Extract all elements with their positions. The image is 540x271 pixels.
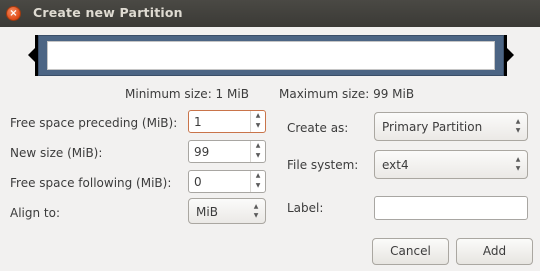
arrow-down-icon: ▼ [515, 165, 521, 172]
free-space-following-label: Free space following (MiB): [10, 176, 172, 190]
create-as-select[interactable]: Primary Partition ▲ ▼ [374, 112, 528, 141]
free-space-preceding-spinner[interactable]: 1 ▲ ▼ [188, 110, 266, 133]
new-size-spinner[interactable]: 99 ▲ ▼ [188, 140, 266, 163]
partition-used-area [47, 41, 495, 70]
file-system-select[interactable]: ext4 ▲ ▼ [374, 150, 528, 179]
select-arrows: ▲ ▼ [513, 117, 523, 135]
cancel-button[interactable]: Cancel [372, 238, 449, 265]
free-space-following-spinner[interactable]: 0 ▲ ▼ [188, 170, 266, 193]
new-size-label: New size (MiB): [10, 146, 103, 160]
arrow-down-icon[interactable]: ▼ [251, 151, 265, 161]
title-bar: × Create new Partition [0, 0, 540, 27]
new-size-value: 99 [194, 145, 210, 159]
arrow-down-icon[interactable]: ▼ [251, 181, 265, 191]
align-to-label: Align to: [10, 206, 61, 220]
align-to-value: MiB [196, 205, 218, 219]
select-arrows: ▲ ▼ [251, 202, 261, 220]
arrow-down-icon[interactable]: ▼ [251, 121, 265, 131]
spinner-arrows[interactable]: ▲ ▼ [250, 111, 265, 132]
create-as-label: Create as: [287, 121, 349, 135]
free-space-following-value: 0 [194, 175, 202, 189]
partition-bar[interactable] [38, 35, 504, 76]
spinner-arrows[interactable]: ▲ ▼ [250, 171, 265, 192]
select-arrows: ▲ ▼ [513, 155, 523, 173]
resize-handle-left[interactable] [28, 35, 38, 76]
handle-bar-left [35, 35, 38, 76]
right-arrow-icon [507, 48, 514, 62]
partition-label-label: Label: [287, 201, 324, 215]
arrow-down-icon: ▼ [253, 212, 259, 219]
close-icon[interactable]: × [6, 6, 21, 21]
minimum-size-label: Minimum size: 1 MiB [125, 87, 249, 101]
file-system-label: File system: [287, 158, 359, 172]
add-button[interactable]: Add [456, 238, 533, 265]
arrow-up-icon[interactable]: ▲ [251, 111, 265, 121]
align-to-select[interactable]: MiB ▲ ▼ [188, 198, 266, 224]
maximum-size-label: Maximum size: 99 MiB [279, 87, 415, 101]
create-as-value: Primary Partition [382, 120, 483, 134]
arrow-up-icon: ▲ [515, 156, 521, 163]
spinner-arrows[interactable]: ▲ ▼ [250, 141, 265, 162]
window-title: Create new Partition [33, 5, 183, 20]
arrow-down-icon: ▼ [515, 127, 521, 134]
partition-label-input[interactable] [374, 196, 528, 220]
arrow-up-icon[interactable]: ▲ [251, 171, 265, 181]
free-space-preceding-value: 1 [194, 115, 202, 129]
arrow-up-icon: ▲ [515, 118, 521, 125]
partition-resizer[interactable] [28, 35, 514, 85]
file-system-value: ext4 [382, 158, 409, 172]
free-space-preceding-label: Free space preceding (MiB): [10, 116, 178, 130]
resize-handle-right[interactable] [504, 35, 514, 76]
arrow-up-icon: ▲ [253, 203, 259, 210]
left-arrow-icon [28, 48, 35, 62]
arrow-up-icon[interactable]: ▲ [251, 141, 265, 151]
